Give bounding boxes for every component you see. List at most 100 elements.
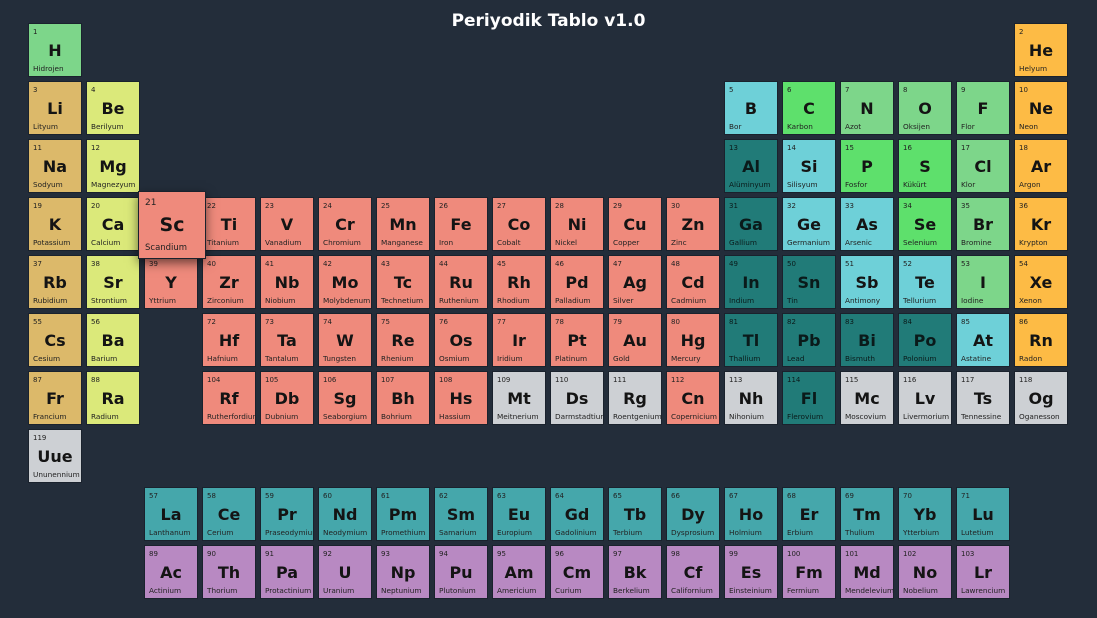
- element-cell-rg[interactable]: 111 Rg Roentgenium: [608, 371, 662, 425]
- element-cell-hf[interactable]: 72 Hf Hafnium: [202, 313, 256, 367]
- element-cell-ge[interactable]: 32 Ge Germanium: [782, 197, 836, 251]
- element-cell-br[interactable]: 35 Br Bromine: [956, 197, 1010, 251]
- element-cell-cs[interactable]: 55 Cs Cesium: [28, 313, 82, 367]
- element-cell-tc[interactable]: 43 Tc Technetium: [376, 255, 430, 309]
- element-cell-rf[interactable]: 104 Rf Rutherfordium: [202, 371, 256, 425]
- element-cell-i[interactable]: 53 I Iodine: [956, 255, 1010, 309]
- element-cell-ag[interactable]: 47 Ag Silver: [608, 255, 662, 309]
- element-cell-tl[interactable]: 81 Tl Thallium: [724, 313, 778, 367]
- element-cell-nd[interactable]: 60 Nd Neodymium: [318, 487, 372, 541]
- element-cell-ba[interactable]: 56 Ba Barium: [86, 313, 140, 367]
- element-cell-tm[interactable]: 69 Tm Thulium: [840, 487, 894, 541]
- element-cell-ni[interactable]: 28 Ni Nickel: [550, 197, 604, 251]
- element-cell-at[interactable]: 85 At Astatine: [956, 313, 1010, 367]
- element-cell-db[interactable]: 105 Db Dubnium: [260, 371, 314, 425]
- element-cell-cr[interactable]: 24 Cr Chromium: [318, 197, 372, 251]
- element-cell-hg[interactable]: 80 Hg Mercury: [666, 313, 720, 367]
- element-cell-pa[interactable]: 91 Pa Protactinium: [260, 545, 314, 599]
- element-cell-li[interactable]: 3 Li Lityum: [28, 81, 82, 135]
- element-cell-la[interactable]: 57 La Lanthanum: [144, 487, 198, 541]
- element-cell-ga[interactable]: 31 Ga Gallium: [724, 197, 778, 251]
- element-cell-as[interactable]: 33 As Arsenic: [840, 197, 894, 251]
- element-cell-pd[interactable]: 46 Pd Palladium: [550, 255, 604, 309]
- element-cell-s[interactable]: 16 S Kükürt: [898, 139, 952, 193]
- element-cell-eu[interactable]: 63 Eu Europium: [492, 487, 546, 541]
- element-cell-am[interactable]: 95 Am Americium: [492, 545, 546, 599]
- element-cell-ta[interactable]: 73 Ta Tantalum: [260, 313, 314, 367]
- element-cell-zn[interactable]: 30 Zn Zinc: [666, 197, 720, 251]
- element-cell-mn[interactable]: 25 Mn Manganese: [376, 197, 430, 251]
- element-cell-pm[interactable]: 61 Pm Promethium: [376, 487, 430, 541]
- element-cell-rh[interactable]: 45 Rh Rhodium: [492, 255, 546, 309]
- element-cell-pu[interactable]: 94 Pu Plutonium: [434, 545, 488, 599]
- element-cell-si[interactable]: 14 Si Silisyum: [782, 139, 836, 193]
- element-cell-na[interactable]: 11 Na Sodyum: [28, 139, 82, 193]
- element-cell-rn[interactable]: 86 Rn Radon: [1014, 313, 1068, 367]
- element-cell-fr[interactable]: 87 Fr Francium: [28, 371, 82, 425]
- element-cell-nb[interactable]: 41 Nb Niobium: [260, 255, 314, 309]
- element-cell-b[interactable]: 5 B Bor: [724, 81, 778, 135]
- element-cell-kr[interactable]: 36 Kr Krypton: [1014, 197, 1068, 251]
- element-cell-fm[interactable]: 100 Fm Fermium: [782, 545, 836, 599]
- element-cell-bk[interactable]: 97 Bk Berkelium: [608, 545, 662, 599]
- element-cell-rb[interactable]: 37 Rb Rubidium: [28, 255, 82, 309]
- element-cell-y[interactable]: 39 Y Yttrium: [144, 255, 198, 309]
- element-cell-ir[interactable]: 77 Ir Iridium: [492, 313, 546, 367]
- element-cell-ds[interactable]: 110 Ds Darmstadtium: [550, 371, 604, 425]
- element-cell-f[interactable]: 9 F Flor: [956, 81, 1010, 135]
- element-cell-co[interactable]: 27 Co Cobalt: [492, 197, 546, 251]
- element-cell-md[interactable]: 101 Md Mendelevium: [840, 545, 894, 599]
- element-cell-sm[interactable]: 62 Sm Samarium: [434, 487, 488, 541]
- element-cell-re[interactable]: 75 Re Rhenium: [376, 313, 430, 367]
- element-cell-ru[interactable]: 44 Ru Ruthenium: [434, 255, 488, 309]
- element-cell-ra[interactable]: 88 Ra Radium: [86, 371, 140, 425]
- element-cell-mt[interactable]: 109 Mt Meitnerium: [492, 371, 546, 425]
- element-cell-ho[interactable]: 67 Ho Holmium: [724, 487, 778, 541]
- element-cell-pr[interactable]: 59 Pr Praseodymium: [260, 487, 314, 541]
- element-cell-th[interactable]: 90 Th Thorium: [202, 545, 256, 599]
- element-cell-hs[interactable]: 108 Hs Hassium: [434, 371, 488, 425]
- element-cell-n[interactable]: 7 N Azot: [840, 81, 894, 135]
- element-cell-pb[interactable]: 82 Pb Lead: [782, 313, 836, 367]
- element-cell-cm[interactable]: 96 Cm Curium: [550, 545, 604, 599]
- element-cell-sb[interactable]: 51 Sb Antimony: [840, 255, 894, 309]
- element-cell-k[interactable]: 19 K Potassium: [28, 197, 82, 251]
- element-cell-p[interactable]: 15 P Fosfor: [840, 139, 894, 193]
- element-cell-he[interactable]: 2 He Helyum: [1014, 23, 1068, 77]
- element-cell-no[interactable]: 102 No Nobelium: [898, 545, 952, 599]
- element-cell-xe[interactable]: 54 Xe Xenon: [1014, 255, 1068, 309]
- element-cell-cn[interactable]: 112 Cn Copernicium: [666, 371, 720, 425]
- element-cell-dy[interactable]: 66 Dy Dysprosium: [666, 487, 720, 541]
- element-cell-mg[interactable]: 12 Mg Magnezyum: [86, 139, 140, 193]
- element-cell-po[interactable]: 84 Po Polonium: [898, 313, 952, 367]
- element-cell-lv[interactable]: 116 Lv Livermorium: [898, 371, 952, 425]
- element-cell-ar[interactable]: 18 Ar Argon: [1014, 139, 1068, 193]
- element-cell-pt[interactable]: 78 Pt Platinum: [550, 313, 604, 367]
- element-cell-fl[interactable]: 114 Fl Flerovium: [782, 371, 836, 425]
- element-cell-ac[interactable]: 89 Ac Actinium: [144, 545, 198, 599]
- element-cell-lr[interactable]: 103 Lr Lawrencium: [956, 545, 1010, 599]
- element-cell-v[interactable]: 23 V Vanadium: [260, 197, 314, 251]
- element-cell-o[interactable]: 8 O Oksijen: [898, 81, 952, 135]
- element-cell-lu[interactable]: 71 Lu Lutetium: [956, 487, 1010, 541]
- element-cell-al[interactable]: 13 Al Alüminyum: [724, 139, 778, 193]
- element-cell-sg[interactable]: 106 Sg Seaborgium: [318, 371, 372, 425]
- element-cell-zr[interactable]: 40 Zr Zirconium: [202, 255, 256, 309]
- element-cell-ts[interactable]: 117 Ts Tennessine: [956, 371, 1010, 425]
- element-cell-yb[interactable]: 70 Yb Ytterbium: [898, 487, 952, 541]
- element-cell-te[interactable]: 52 Te Tellurium: [898, 255, 952, 309]
- element-cell-in[interactable]: 49 In Indium: [724, 255, 778, 309]
- element-cell-np[interactable]: 93 Np Neptunium: [376, 545, 430, 599]
- element-cell-cl[interactable]: 17 Cl Klor: [956, 139, 1010, 193]
- element-cell-au[interactable]: 79 Au Gold: [608, 313, 662, 367]
- element-cell-bi[interactable]: 83 Bi Bismuth: [840, 313, 894, 367]
- element-cell-sn[interactable]: 50 Sn Tin: [782, 255, 836, 309]
- element-cell-u[interactable]: 92 U Uranium: [318, 545, 372, 599]
- element-cell-es[interactable]: 99 Es Einsteinium: [724, 545, 778, 599]
- element-cell-c[interactable]: 6 C Karbon: [782, 81, 836, 135]
- element-cell-gd[interactable]: 64 Gd Gadolinium: [550, 487, 604, 541]
- element-cell-bh[interactable]: 107 Bh Bohrium: [376, 371, 430, 425]
- element-cell-ce[interactable]: 58 Ce Cerium: [202, 487, 256, 541]
- element-cell-cd[interactable]: 48 Cd Cadmium: [666, 255, 720, 309]
- element-cell-er[interactable]: 68 Er Erbium: [782, 487, 836, 541]
